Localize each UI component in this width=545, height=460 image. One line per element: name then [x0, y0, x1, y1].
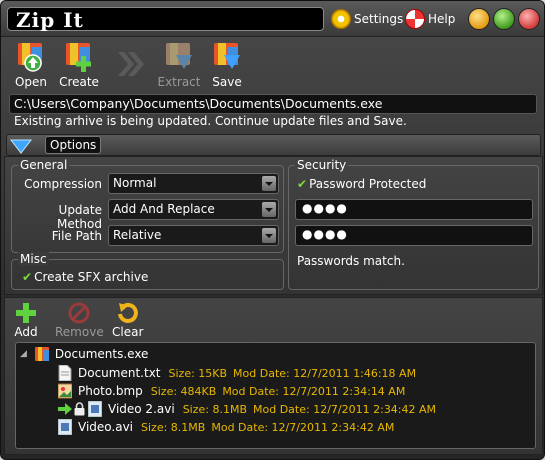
main-toolbar: Open Create Extract Save C:\Users\Compan… — [1, 37, 544, 128]
file-name: Video 2.avi — [108, 402, 175, 416]
app-title: Zip It — [16, 8, 84, 32]
file-mod-date: Mod Date: 12/7/2011 1:46:18 AM — [233, 366, 417, 380]
tree-root[interactable]: ◢ Documents.exe — [20, 346, 156, 362]
lifebuoy-icon — [405, 9, 425, 29]
root-name: Documents.exe — [54, 347, 149, 361]
prohibited-icon — [68, 302, 90, 324]
update-method-label: Update Method — [56, 203, 102, 231]
misc-group: Misc ✔ Create SFX archive — [11, 252, 284, 290]
password-match-message: Passwords match. — [297, 254, 405, 268]
help-button[interactable]: Help — [405, 9, 455, 29]
close-button[interactable] — [518, 8, 540, 30]
file-path-label: File Path — [51, 229, 102, 243]
password-protected-label: Password Protected — [309, 177, 427, 191]
password-protected-checkbox[interactable]: ✔ Password Protected — [297, 177, 426, 191]
compression-label: Compression — [24, 177, 102, 191]
list-item[interactable]: Video 2.avi Size: 8.1MB Mod Date: 12/7/2… — [58, 401, 436, 417]
status-message: Existing arhive is being updated. Contin… — [14, 114, 407, 128]
file-size: Size: 484KB — [150, 384, 217, 398]
video-file-icon — [58, 419, 72, 435]
title-box: Zip It — [7, 7, 324, 32]
create-button[interactable]: Create — [57, 41, 101, 89]
options-tab[interactable]: Options — [45, 136, 102, 154]
checkmark-icon: ✔ — [297, 177, 308, 191]
clear-button[interactable]: Clear — [112, 302, 143, 339]
arrow-right-icon — [58, 403, 72, 415]
file-size: Size: 8.1MB — [182, 402, 248, 416]
update-method-select[interactable]: Add And Replace — [108, 199, 279, 220]
update-method-value: Add And Replace — [113, 202, 215, 216]
security-title: Security — [295, 158, 349, 172]
options-bar: Options — [6, 134, 541, 156]
files-panel: Add Remove Clear ◢ Documents.exe Documen… — [4, 297, 543, 455]
file-path-value: Relative — [113, 228, 162, 242]
general-title: General — [18, 158, 70, 172]
plus-icon — [16, 303, 36, 323]
options-panel: General Compression Normal Update Method… — [4, 156, 543, 295]
file-name: Photo.bmp — [78, 384, 143, 398]
chevron-right-icon — [118, 52, 144, 76]
create-archive-icon — [66, 43, 91, 72]
list-item[interactable]: Video.avi Size: 8.1MB Mod Date: 12/7/201… — [58, 419, 394, 435]
sfx-label: Create SFX archive — [34, 270, 149, 284]
gear-icon — [331, 9, 351, 29]
chevron-down-icon — [262, 228, 276, 243]
expand-triangle-icon[interactable] — [10, 138, 32, 154]
app-window: Zip It Settings Help Open Create Extract… — [0, 0, 545, 460]
title-bar: Zip It Settings Help — [1, 1, 544, 37]
maximize-button[interactable] — [493, 8, 515, 30]
security-group: Security ✔ Password Protected ●●●● ●●●● … — [288, 158, 539, 290]
open-button[interactable]: Open — [9, 41, 53, 89]
remove-button[interactable]: Remove — [55, 302, 104, 339]
file-path-select[interactable]: Relative — [108, 225, 279, 246]
chevron-down-icon — [262, 202, 276, 217]
checkmark-icon: ✔ — [22, 270, 33, 284]
file-name: Video.avi — [78, 420, 134, 434]
clear-label: Clear — [112, 325, 144, 339]
file-size: Size: 15KB — [168, 366, 228, 380]
open-label: Open — [14, 75, 48, 89]
archive-path-field[interactable]: C:\Users\Company\Documents\Documents\Doc… — [9, 94, 537, 114]
file-size: Size: 8.1MB — [141, 420, 206, 434]
minimize-button[interactable] — [468, 8, 490, 30]
sfx-checkbox[interactable]: ✔ Create SFX archive — [22, 270, 148, 284]
general-group: General Compression Normal Update Method… — [11, 158, 284, 253]
list-item[interactable]: Document.txt Size: 15KB Mod Date: 12/7/2… — [58, 365, 416, 381]
confirm-password-field[interactable]: ●●●● — [295, 225, 533, 246]
compression-select[interactable]: Normal — [108, 173, 279, 194]
video-file-icon — [88, 401, 102, 417]
image-file-icon — [58, 383, 72, 399]
lock-icon — [74, 402, 85, 416]
settings-button[interactable]: Settings — [331, 9, 403, 29]
list-item[interactable]: Photo.bmp Size: 484KB Mod Date: 12/7/201… — [58, 383, 405, 399]
save-button[interactable]: Save — [205, 41, 249, 89]
open-archive-icon — [18, 43, 42, 72]
chevron-down-icon — [262, 176, 276, 191]
remove-label: Remove — [55, 325, 104, 339]
file-name: Document.txt — [78, 366, 161, 380]
archive-icon — [34, 347, 49, 361]
file-mod-date: Mod Date: 12/7/2011 2:34:42 AM — [211, 420, 395, 434]
misc-title: Misc — [18, 252, 49, 266]
add-label: Add — [14, 325, 38, 339]
file-tree: ◢ Documents.exe Document.txt Size: 15KB … — [15, 342, 536, 449]
extract-label: Extract — [157, 75, 201, 89]
add-button[interactable]: Add — [13, 302, 39, 339]
file-mod-date: Mod Date: 12/7/2011 2:34:14 AM — [222, 384, 406, 398]
file-mod-date: Mod Date: 12/7/2011 2:34:42 AM — [253, 402, 437, 416]
extract-button[interactable]: Extract — [157, 41, 201, 89]
save-label: Save — [212, 75, 242, 89]
extract-icon — [166, 43, 192, 69]
refresh-icon — [117, 302, 138, 323]
compression-value: Normal — [113, 176, 157, 190]
save-icon — [214, 43, 240, 69]
password-field[interactable]: ●●●● — [295, 199, 533, 220]
help-label: Help — [428, 12, 456, 26]
text-file-icon — [58, 365, 72, 381]
collapse-triangle-icon[interactable]: ◢ — [20, 349, 27, 359]
create-label: Create — [59, 75, 99, 89]
settings-label: Settings — [354, 12, 404, 26]
